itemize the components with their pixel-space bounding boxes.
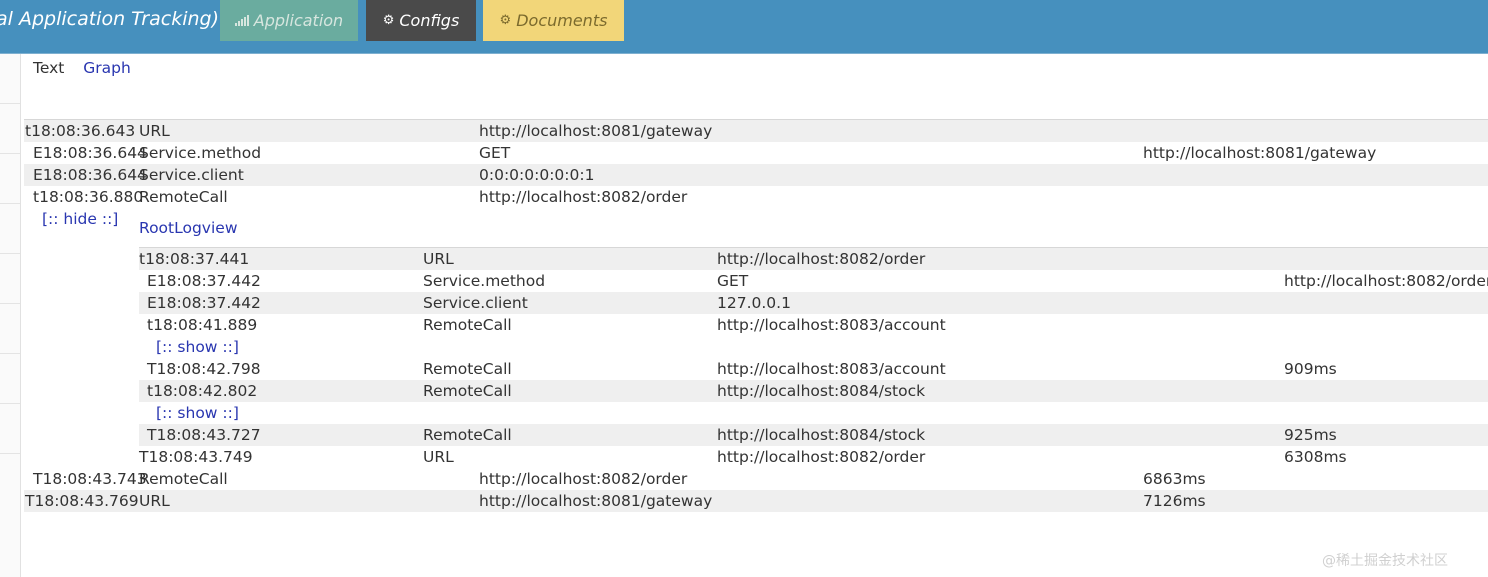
nested-table-row: t18:08:42.802 RemoteCall http://localhos… [139,380,1488,402]
nav-documents-button[interactable]: ⚙ Documents [483,0,624,41]
sidebar [0,54,21,577]
sidebar-divider [0,403,20,404]
row-time: E18:08:36.644 [33,166,147,184]
row-name: Service.method [423,272,546,290]
row-time: T18:08:43.769 [25,492,139,510]
row-extra: 6863ms [1143,470,1206,488]
table-row: t18:08:36.880 RemoteCall http://localhos… [24,186,1488,208]
cogs-icon: ⚙ [382,13,395,28]
table-row: E18:08:36.644 Service.client 0:0:0:0:0:0… [24,164,1488,186]
row-time: T18:08:43.743 [33,470,147,488]
nested-table-row: t18:08:37.441 URL http://localhost:8082/… [139,248,1488,270]
nav-documents-label: Documents [516,11,608,30]
sidebar-divider [0,353,20,354]
row-extra: 909ms [1284,360,1337,378]
row-name: URL [139,122,170,140]
row-value: http://localhost:8082/order [479,188,688,206]
table-row: t18:08:36.643 URL http://localhost:8081/… [24,120,1488,142]
row-name: Service.client [139,166,244,184]
row-value: http://localhost:8083/account [717,360,946,378]
row-value: http://localhost:8081/gateway [479,492,713,510]
nested-table-row: T18:08:43.749 URL http://localhost:8082/… [139,446,1488,468]
row-time: E18:08:37.442 [147,294,261,312]
nested-table-row: E18:08:37.442 Service.method GET http://… [139,270,1488,292]
row-value: 127.0.0.1 [717,294,791,312]
show-toggle-link[interactable]: [:: show ::] [156,336,239,358]
sidebar-divider [0,453,20,454]
sidebar-divider [0,203,20,204]
row-time: t18:08:41.889 [147,316,258,334]
nested-table-row: T18:08:42.798 RemoteCall http://localhos… [139,358,1488,380]
show-toggle-link[interactable]: [:: show ::] [156,402,239,424]
sidebar-divider [0,103,20,104]
row-time: t18:08:42.802 [147,382,258,400]
sidebar-divider [0,153,20,154]
row-name: RemoteCall [139,188,228,206]
row-name: RemoteCall [423,426,512,444]
nested-table-row: E18:08:37.442 Service.client 127.0.0.1 [139,292,1488,314]
sidebar-divider [0,253,20,254]
row-extra: http://localhost:8081/gateway [1143,144,1377,162]
row-time: E18:08:36.644 [33,144,147,162]
row-value: http://localhost:8083/account [717,316,946,334]
row-value: GET [717,272,749,290]
row-time: t18:08:37.441 [139,250,250,268]
nav-configs-label: Configs [399,11,460,30]
cogs-icon: ⚙ [499,13,512,28]
row-time: E18:08:37.442 [147,272,261,290]
row-value: GET [479,144,511,162]
row-value: http://localhost:8082/order [717,448,926,466]
nav-application-button[interactable]: Application [220,0,358,41]
tab-graph[interactable]: Graph [83,59,131,77]
row-value: http://localhost:8082/order [717,250,926,268]
row-extra: 7126ms [1143,492,1206,510]
table-row: T18:08:43.743 RemoteCall http://localhos… [24,468,1488,490]
nested-table-row: T18:08:43.727 RemoteCall http://localhos… [139,424,1488,446]
app-brand-title[interactable]: al Application Tracking) [0,8,219,30]
row-extra: 925ms [1284,426,1337,444]
nav-configs-button[interactable]: ⚙ Configs [366,0,476,41]
row-name: Service.method [139,144,262,162]
row-value: http://localhost:8084/stock [717,382,926,400]
row-time: T18:08:43.749 [139,448,253,466]
row-time: t18:08:36.643 [25,122,136,140]
row-name: Service.client [423,294,528,312]
nested-table-row: t18:08:41.889 RemoteCall http://localhos… [139,314,1488,336]
row-name: RemoteCall [423,316,512,334]
top-navbar: al Application Tracking) Application ⚙ C… [0,0,1488,54]
watermark: @稀土掘金技术社区 [1322,553,1448,569]
row-name: URL [423,250,454,268]
nav-application-label: Application [253,11,344,30]
tab-text[interactable]: Text [33,59,64,77]
row-value: 0:0:0:0:0:0:0:1 [479,166,595,184]
row-name: RemoteCall [423,360,512,378]
hide-toggle-link[interactable]: [:: hide ::] [42,208,118,230]
signal-bars-icon [234,15,249,26]
row-extra: 6308ms [1284,448,1347,466]
view-tabs: Text Graph [33,59,145,77]
row-value: http://localhost:8082/order [479,470,688,488]
row-name: RemoteCall [139,470,228,488]
row-value: http://localhost:8084/stock [717,426,926,444]
row-value: http://localhost:8081/gateway [479,122,713,140]
nested-logview-title[interactable]: RootLogview [139,219,238,237]
row-time: T18:08:42.798 [147,360,261,378]
row-name: URL [139,492,170,510]
row-time: t18:08:36.880 [33,188,144,206]
sidebar-divider [0,303,20,304]
row-name: URL [423,448,454,466]
table-row: T18:08:43.769 URL http://localhost:8081/… [24,490,1488,512]
row-time: T18:08:43.727 [147,426,261,444]
row-extra: http://localhost:8082/order [1284,272,1488,290]
row-name: RemoteCall [423,382,512,400]
table-row: E18:08:36.644 Service.method GET http://… [24,142,1488,164]
